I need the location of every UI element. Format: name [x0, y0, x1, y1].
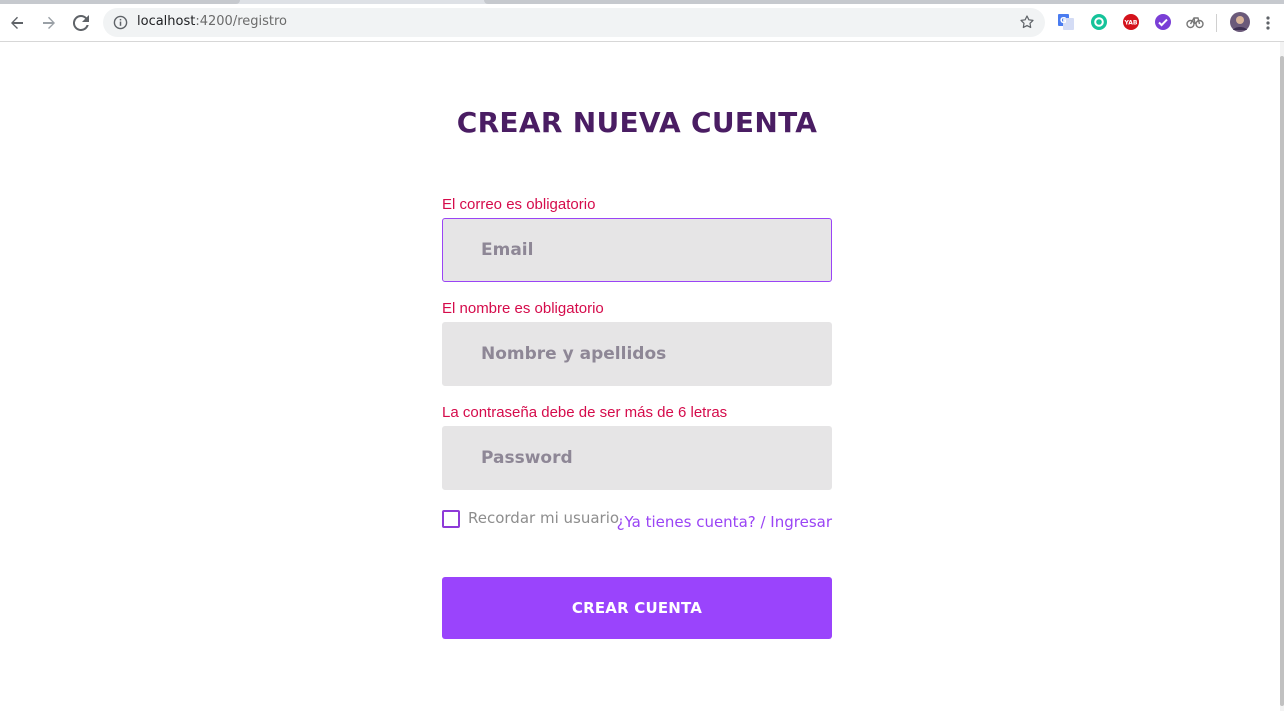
- page-title: CREAR NUEVA CUENTA: [456, 106, 818, 139]
- google-translate-icon[interactable]: G: [1057, 13, 1075, 31]
- page-scrollbar[interactable]: [1280, 42, 1284, 711]
- profile-avatar-icon[interactable]: [1230, 12, 1250, 32]
- reload-icon: [73, 15, 89, 31]
- checkmark-icon[interactable]: [1154, 13, 1172, 31]
- password-field[interactable]: [442, 426, 832, 490]
- url-path: :4200/registro: [195, 14, 288, 29]
- arrow-left-icon: [11, 16, 23, 29]
- grammarly-icon[interactable]: [1090, 13, 1108, 31]
- password-error: La contraseña debe de ser más de 6 letra…: [442, 404, 728, 421]
- bike-icon[interactable]: [1186, 13, 1204, 31]
- svg-text:G: G: [1060, 16, 1067, 25]
- create-account-button[interactable]: CREAR CUENTA: [442, 577, 832, 639]
- url-host: localhost: [137, 14, 196, 29]
- toolbar-divider: [1216, 14, 1217, 32]
- email-error: El correo es obligatorio: [442, 196, 596, 213]
- reload-button[interactable]: [69, 11, 93, 35]
- forward-button[interactable]: [37, 11, 61, 35]
- browser-menu-button[interactable]: [1260, 11, 1276, 35]
- name-error: El nombre es obligatorio: [442, 300, 604, 317]
- info-icon[interactable]: [113, 15, 128, 30]
- star-icon[interactable]: [1019, 14, 1035, 30]
- remember-checkbox[interactable]: [442, 510, 460, 528]
- browser-toolbar: localhost:4200/registro G YAB: [0, 4, 1284, 42]
- kebab-menu-icon: [1266, 16, 1270, 30]
- arrow-right-icon: [43, 16, 55, 29]
- yab-icon[interactable]: YAB: [1122, 13, 1140, 31]
- scrollbar-thumb[interactable]: [1280, 56, 1284, 706]
- yab-label: YAB: [1124, 20, 1138, 27]
- address-bar[interactable]: localhost:4200/registro: [103, 8, 1045, 37]
- url-text[interactable]: localhost:4200/registro: [137, 14, 287, 29]
- back-button[interactable]: [5, 11, 29, 35]
- login-link[interactable]: ¿Ya tienes cuenta? / Ingresar: [617, 513, 832, 531]
- name-field[interactable]: [442, 322, 832, 386]
- remember-label[interactable]: Recordar mi usuario: [468, 509, 619, 527]
- email-field[interactable]: [442, 218, 832, 282]
